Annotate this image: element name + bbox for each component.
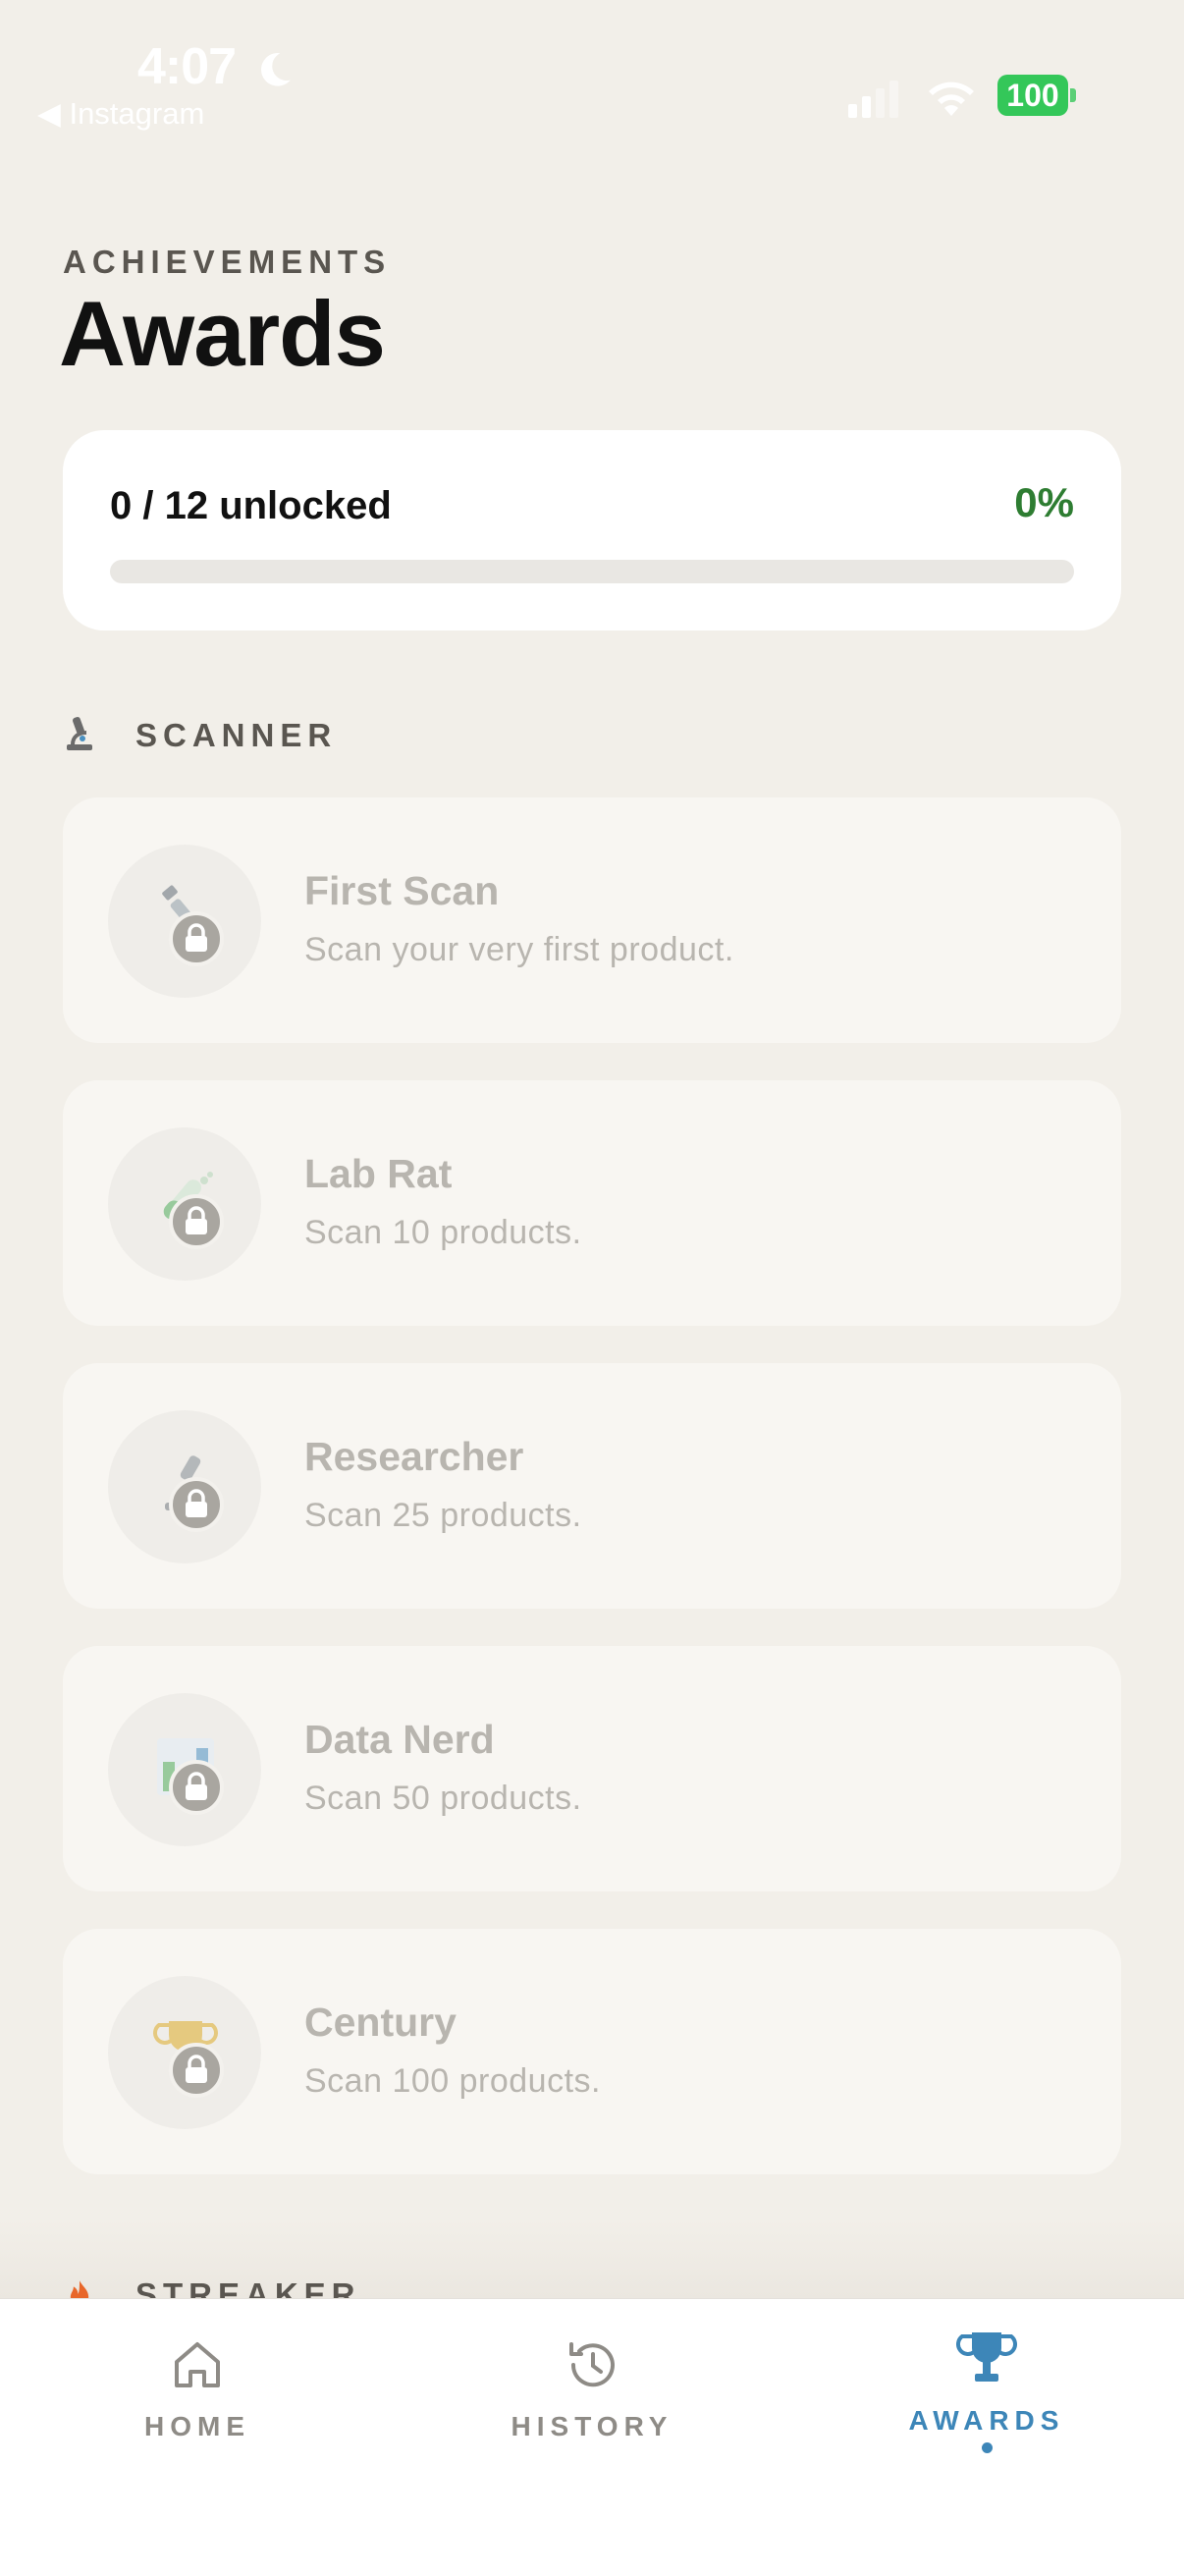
progress-count: 0 / 12 unlocked (110, 484, 392, 527)
history-icon (569, 2342, 615, 2387)
moon-icon (261, 53, 291, 86)
progress-bar (110, 560, 1074, 583)
progress-percent: 0% (1014, 479, 1074, 525)
lock-icon (169, 911, 224, 966)
achievement-description: Scan 10 products. (304, 1214, 582, 1251)
page-title: Awards (59, 282, 386, 385)
lock-icon (169, 1760, 224, 1815)
achievement-description: Scan 50 products. (304, 1780, 582, 1817)
tab-bar: HOME HISTORY AWARDS (0, 2298, 1184, 2576)
achievement-card-researcher[interactable]: Researcher Scan 25 products. (63, 1363, 1121, 1609)
status-time: 4:07 (137, 38, 237, 95)
achievement-title: First Scan (304, 868, 500, 913)
achievement-title: Data Nerd (304, 1717, 495, 1762)
battery-icon: 100 (997, 75, 1076, 116)
wifi-icon (929, 82, 974, 116)
achievement-badge (108, 1127, 261, 1281)
home-icon (175, 2342, 220, 2387)
achievement-badge (108, 1976, 261, 2129)
achievement-card-lab-rat[interactable]: Lab Rat Scan 10 products. (63, 1080, 1121, 1326)
tab-label: HOME (144, 2411, 250, 2441)
status-bar: 4:07 ◀ Instagram 100 (0, 0, 1184, 137)
tab-awards[interactable]: AWARDS (789, 2299, 1184, 2495)
cellular-signal-icon (848, 81, 898, 118)
lock-icon (169, 2043, 224, 2098)
achievement-badge (108, 1410, 261, 1563)
active-tab-indicator (982, 2442, 993, 2453)
trophy-icon (956, 2332, 1017, 2382)
achievement-card-data-nerd[interactable]: Data Nerd Scan 50 products. (63, 1646, 1121, 1891)
tab-history[interactable]: HISTORY (395, 2299, 789, 2495)
microscope-icon (67, 717, 92, 750)
achievement-title: Lab Rat (304, 1151, 453, 1196)
progress-card: 0 / 12 unlocked 0% (63, 430, 1121, 630)
achievement-badge (108, 845, 261, 998)
tab-label: AWARDS (908, 2405, 1065, 2436)
lock-icon (169, 1194, 224, 1249)
tab-label: HISTORY (511, 2411, 673, 2441)
achievement-badge (108, 1693, 261, 1846)
section-label: SCANNER (135, 717, 338, 753)
lock-icon (169, 1477, 224, 1532)
achievement-title: Researcher (304, 1434, 524, 1479)
page-eyebrow: ACHIEVEMENTS (63, 244, 392, 280)
achievement-card-first-scan[interactable]: First Scan Scan your very first product. (63, 797, 1121, 1043)
battery-level: 100 (997, 75, 1068, 116)
back-to-app-link[interactable]: ◀ Instagram (37, 96, 204, 132)
tab-home[interactable]: HOME (0, 2299, 395, 2495)
achievement-description: Scan your very first product. (304, 931, 734, 968)
achievement-title: Century (304, 2000, 457, 2045)
achievement-description: Scan 25 products. (304, 1497, 582, 1534)
achievement-card-century[interactable]: Century Scan 100 products. (63, 1929, 1121, 2174)
achievement-description: Scan 100 products. (304, 2062, 601, 2100)
